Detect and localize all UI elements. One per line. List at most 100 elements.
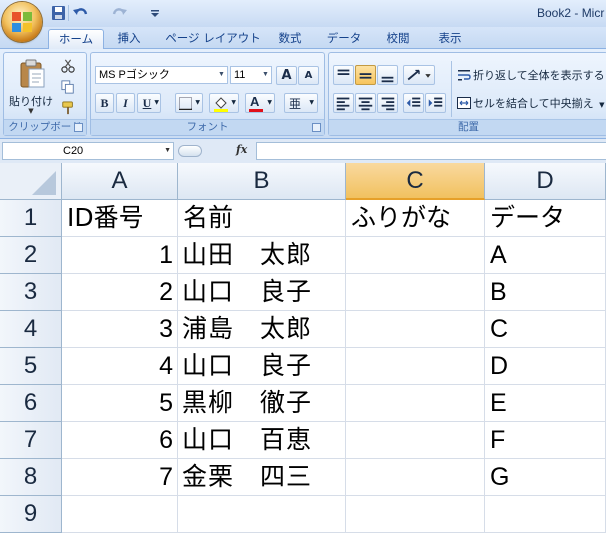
chevron-down-icon: ▼ [154,99,159,106]
row-header-2[interactable]: 2 [0,237,62,274]
font-dialog-launcher[interactable] [312,123,321,132]
cell-c5[interactable] [346,348,485,385]
align-left-icon[interactable] [333,93,354,113]
format-painter-icon[interactable] [60,100,76,116]
cell-b8[interactable]: 金栗 四三 [178,459,346,496]
cell-c4[interactable] [346,311,485,348]
font-name-combo[interactable]: MS Pゴシック ▼ [95,66,228,84]
cell-c2[interactable] [346,237,485,274]
cell-b9[interactable] [178,496,346,533]
increase-indent-icon[interactable] [425,93,446,113]
row-header-8[interactable]: 8 [0,459,62,496]
tab-view[interactable]: 表示 [430,29,470,49]
row-header-3[interactable]: 3 [0,274,62,311]
formula-bar-resize-handle[interactable] [178,145,202,157]
cell-d2[interactable]: A [485,237,606,274]
align-right-icon[interactable] [377,93,398,113]
tab-formulas[interactable]: 数式 [270,29,310,49]
office-button[interactable] [2,2,42,42]
font-size-combo[interactable]: 11 ▼ [230,66,272,84]
fill-color-button[interactable]: ▼ [209,93,239,113]
formula-input[interactable] [256,142,606,160]
cut-icon[interactable] [60,58,76,74]
fill-color-icon [214,97,228,112]
customize-toolbar-icon[interactable] [146,5,164,21]
column-header-d[interactable]: D [485,163,606,200]
insert-function-icon[interactable]: fx [236,143,247,156]
row-header-5[interactable]: 5 [0,348,62,385]
cell-a9[interactable] [62,496,178,533]
window-title: Book2 - Micr [537,6,605,20]
copy-icon[interactable] [60,79,76,95]
cell-b5[interactable]: 山口 良子 [178,348,346,385]
paste-button[interactable]: 貼り付け ▼ [7,55,55,117]
cell-a7[interactable]: 6 [62,422,178,459]
orientation-icon[interactable] [403,65,435,85]
merge-center-button[interactable]: セルを結合して中央揃え ▼ [457,95,605,111]
cell-b7[interactable]: 山口 百恵 [178,422,346,459]
cell-a6[interactable]: 5 [62,385,178,422]
cell-c7[interactable] [346,422,485,459]
cell-c9[interactable] [346,496,485,533]
cell-d1[interactable]: データ [485,200,606,237]
redo-icon[interactable] [110,5,128,21]
cell-d8[interactable]: G [485,459,606,496]
row-header-7[interactable]: 7 [0,422,62,459]
cell-a5[interactable]: 4 [62,348,178,385]
font-color-button[interactable]: A ▼ [245,93,275,113]
tab-data[interactable]: データ [322,29,366,49]
cell-d6[interactable]: E [485,385,606,422]
cell-b4[interactable]: 浦島 太郎 [178,311,346,348]
wrap-text-button[interactable]: 折り返して全体を表示する [457,67,605,83]
underline-button[interactable]: U ▼ [137,93,161,113]
cell-d9[interactable] [485,496,606,533]
cell-a1[interactable]: ID番号 [62,200,178,237]
bold-button[interactable]: B [95,93,114,113]
borders-button[interactable]: ▼ [175,93,203,113]
row-header-6[interactable]: 6 [0,385,62,422]
font-name-value: MS Pゴシック [99,69,170,81]
bottom-align-icon[interactable] [377,65,398,85]
row-header-1[interactable]: 1 [0,200,62,237]
cell-a3[interactable]: 2 [62,274,178,311]
cell-d7[interactable]: F [485,422,606,459]
cell-c1[interactable]: ふりがな [346,200,485,237]
name-box[interactable]: C20 ▼ [2,142,174,160]
column-header-b[interactable]: B [178,163,346,200]
cell-a4[interactable]: 3 [62,311,178,348]
save-icon[interactable] [50,5,68,21]
tab-insert[interactable]: 挿入 [108,29,150,49]
cell-a8[interactable]: 7 [62,459,178,496]
cell-d4[interactable]: C [485,311,606,348]
cell-b3[interactable]: 山口 良子 [178,274,346,311]
row-header-9[interactable]: 9 [0,496,62,533]
top-align-icon[interactable] [333,65,354,85]
formula-controls: fx [178,142,254,160]
cell-d5[interactable]: D [485,348,606,385]
align-center-icon[interactable] [355,93,376,113]
row-header-4[interactable]: 4 [0,311,62,348]
middle-align-icon[interactable] [355,65,376,85]
cell-c8[interactable] [346,459,485,496]
cell-a2[interactable]: 1 [62,237,178,274]
cell-d3[interactable]: B [485,274,606,311]
clipboard-dialog-launcher[interactable] [74,123,83,132]
phonetic-guide-button[interactable]: 亜 ▼ [284,93,318,113]
cell-b2[interactable]: 山田 太郎 [178,237,346,274]
column-header-a[interactable]: A [62,163,178,200]
tab-home[interactable]: ホーム [48,29,104,50]
decrease-indent-icon[interactable] [403,93,424,113]
undo-icon[interactable] [72,5,90,21]
cell-b1[interactable]: 名前 [178,200,346,237]
shrink-font-button[interactable]: A [298,66,319,85]
cell-c3[interactable] [346,274,485,311]
italic-button[interactable]: I [116,93,135,113]
grow-font-button[interactable]: A [276,66,297,85]
column-header-c[interactable]: C [346,163,485,200]
select-all-button[interactable] [0,163,62,200]
cell-b6[interactable]: 黒柳 徹子 [178,385,346,422]
cell-c6[interactable] [346,385,485,422]
tab-review[interactable]: 校閲 [378,29,418,49]
tab-page-layout[interactable]: ページ レイアウト [163,29,263,49]
clipboard-icon [20,59,45,88]
